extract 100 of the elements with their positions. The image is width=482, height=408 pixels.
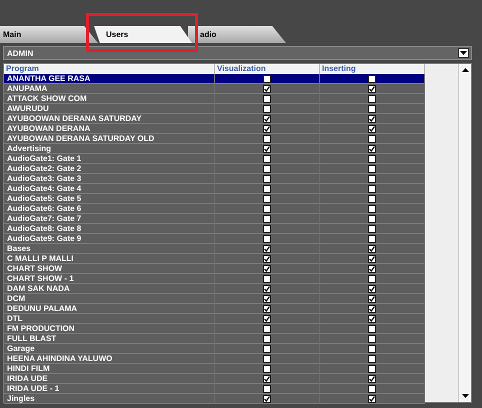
- program-cell[interactable]: C MALLI P MALLI: [4, 254, 215, 264]
- checkbox[interactable]: [368, 354, 376, 362]
- checkbox[interactable]: [263, 364, 271, 372]
- program-cell[interactable]: HINDI FILM: [4, 364, 215, 374]
- checkbox[interactable]: [263, 94, 271, 102]
- checkbox[interactable]: [263, 384, 271, 392]
- program-cell[interactable]: Garage: [4, 344, 215, 354]
- scroll-down-icon[interactable]: [462, 394, 468, 398]
- program-cell[interactable]: FULL BLAST: [4, 334, 215, 344]
- checkbox[interactable]: [263, 154, 271, 162]
- checkbox[interactable]: [368, 74, 376, 82]
- column-header[interactable]: Program: [4, 64, 215, 74]
- program-cell[interactable]: CHART SHOW - 1: [4, 274, 215, 284]
- checkbox[interactable]: [368, 134, 376, 142]
- program-cell[interactable]: ANUPAMA: [4, 84, 215, 94]
- checkbox[interactable]: [368, 314, 376, 322]
- checkbox[interactable]: [368, 334, 376, 342]
- program-cell[interactable]: AudioGate7: Gate 7: [4, 214, 215, 224]
- checkbox[interactable]: [263, 234, 271, 242]
- checkbox[interactable]: [263, 354, 271, 362]
- scroll-up-icon[interactable]: [462, 68, 468, 72]
- vertical-scrollbar[interactable]: [458, 64, 471, 402]
- checkbox[interactable]: [368, 94, 376, 102]
- checkbox[interactable]: [263, 104, 271, 112]
- checkbox[interactable]: [368, 114, 376, 122]
- checkbox[interactable]: [263, 214, 271, 222]
- checkbox[interactable]: [263, 144, 271, 152]
- checkbox[interactable]: [368, 374, 376, 382]
- checkbox[interactable]: [368, 324, 376, 332]
- checkbox[interactable]: [263, 204, 271, 212]
- program-cell[interactable]: AudioGate5: Gate 5: [4, 194, 215, 204]
- checkbox[interactable]: [368, 384, 376, 392]
- checkbox[interactable]: [263, 114, 271, 122]
- checkbox[interactable]: [368, 184, 376, 192]
- checkbox[interactable]: [368, 284, 376, 292]
- program-cell[interactable]: AudioGate9: Gate 9: [4, 234, 215, 244]
- checkbox[interactable]: [263, 224, 271, 232]
- checkbox[interactable]: [368, 244, 376, 252]
- checkbox[interactable]: [263, 334, 271, 342]
- checkbox[interactable]: [368, 364, 376, 372]
- checkbox[interactable]: [263, 124, 271, 132]
- checkbox[interactable]: [368, 274, 376, 282]
- program-cell[interactable]: AudioGate2: Gate 2: [4, 164, 215, 174]
- program-cell[interactable]: Advertising: [4, 144, 215, 154]
- checkbox[interactable]: [368, 124, 376, 132]
- program-cell[interactable]: DAM SAK NADA: [4, 284, 215, 294]
- program-cell[interactable]: HEENA AHINDINA YALUWO: [4, 354, 215, 364]
- checkbox[interactable]: [263, 264, 271, 272]
- checkbox[interactable]: [263, 184, 271, 192]
- checkbox[interactable]: [368, 144, 376, 152]
- checkbox[interactable]: [368, 214, 376, 222]
- program-cell[interactable]: AWURUDU: [4, 104, 215, 114]
- checkbox[interactable]: [263, 304, 271, 312]
- checkbox[interactable]: [368, 104, 376, 112]
- checkbox[interactable]: [368, 224, 376, 232]
- program-cell[interactable]: Jingles: [4, 394, 215, 404]
- program-cell[interactable]: AudioGate3: Gate 3: [4, 174, 215, 184]
- tab[interactable]: Main: [0, 26, 98, 43]
- checkbox[interactable]: [368, 344, 376, 352]
- checkbox[interactable]: [263, 244, 271, 252]
- column-header[interactable]: Inserting: [320, 64, 425, 74]
- checkbox[interactable]: [368, 264, 376, 272]
- checkbox[interactable]: [368, 304, 376, 312]
- checkbox[interactable]: [263, 74, 271, 82]
- program-cell[interactable]: AYUBOOWAN DERANA SATURDAY: [4, 114, 215, 124]
- program-cell[interactable]: AudioGate6: Gate 6: [4, 204, 215, 214]
- checkbox[interactable]: [263, 324, 271, 332]
- tab[interactable]: adio: [188, 26, 286, 43]
- checkbox[interactable]: [263, 164, 271, 172]
- program-cell[interactable]: DTL: [4, 314, 215, 324]
- checkbox[interactable]: [263, 254, 271, 262]
- program-cell[interactable]: AudioGate8: Gate 8: [4, 224, 215, 234]
- checkbox[interactable]: [263, 274, 271, 282]
- checkbox[interactable]: [368, 174, 376, 182]
- checkbox[interactable]: [263, 344, 271, 352]
- program-cell[interactable]: CHART SHOW: [4, 264, 215, 274]
- checkbox[interactable]: [263, 374, 271, 382]
- program-cell[interactable]: Bases: [4, 244, 215, 254]
- checkbox[interactable]: [368, 294, 376, 302]
- program-cell[interactable]: DCM: [4, 294, 215, 304]
- checkbox[interactable]: [368, 154, 376, 162]
- checkbox[interactable]: [368, 234, 376, 242]
- checkbox[interactable]: [263, 284, 271, 292]
- program-cell[interactable]: IRIDA UDE: [4, 374, 215, 384]
- program-cell[interactable]: ATTACK SHOW COM: [4, 94, 215, 104]
- checkbox[interactable]: [368, 194, 376, 202]
- checkbox[interactable]: [263, 194, 271, 202]
- checkbox[interactable]: [368, 394, 376, 402]
- program-cell[interactable]: AYUBOWAN DERANA SATURDAY OLD: [4, 134, 215, 144]
- program-cell[interactable]: DEDUNU PALAMA: [4, 304, 215, 314]
- program-cell[interactable]: IRIDA UDE - 1: [4, 384, 215, 394]
- checkbox[interactable]: [368, 84, 376, 92]
- checkbox[interactable]: [263, 394, 271, 402]
- checkbox[interactable]: [263, 84, 271, 92]
- program-cell[interactable]: ANANTHA GEE RASA: [4, 74, 215, 84]
- checkbox[interactable]: [368, 254, 376, 262]
- tab[interactable]: Users: [94, 26, 192, 43]
- program-cell[interactable]: FM PRODUCTION: [4, 324, 215, 334]
- checkbox[interactable]: [263, 314, 271, 322]
- checkbox[interactable]: [368, 164, 376, 172]
